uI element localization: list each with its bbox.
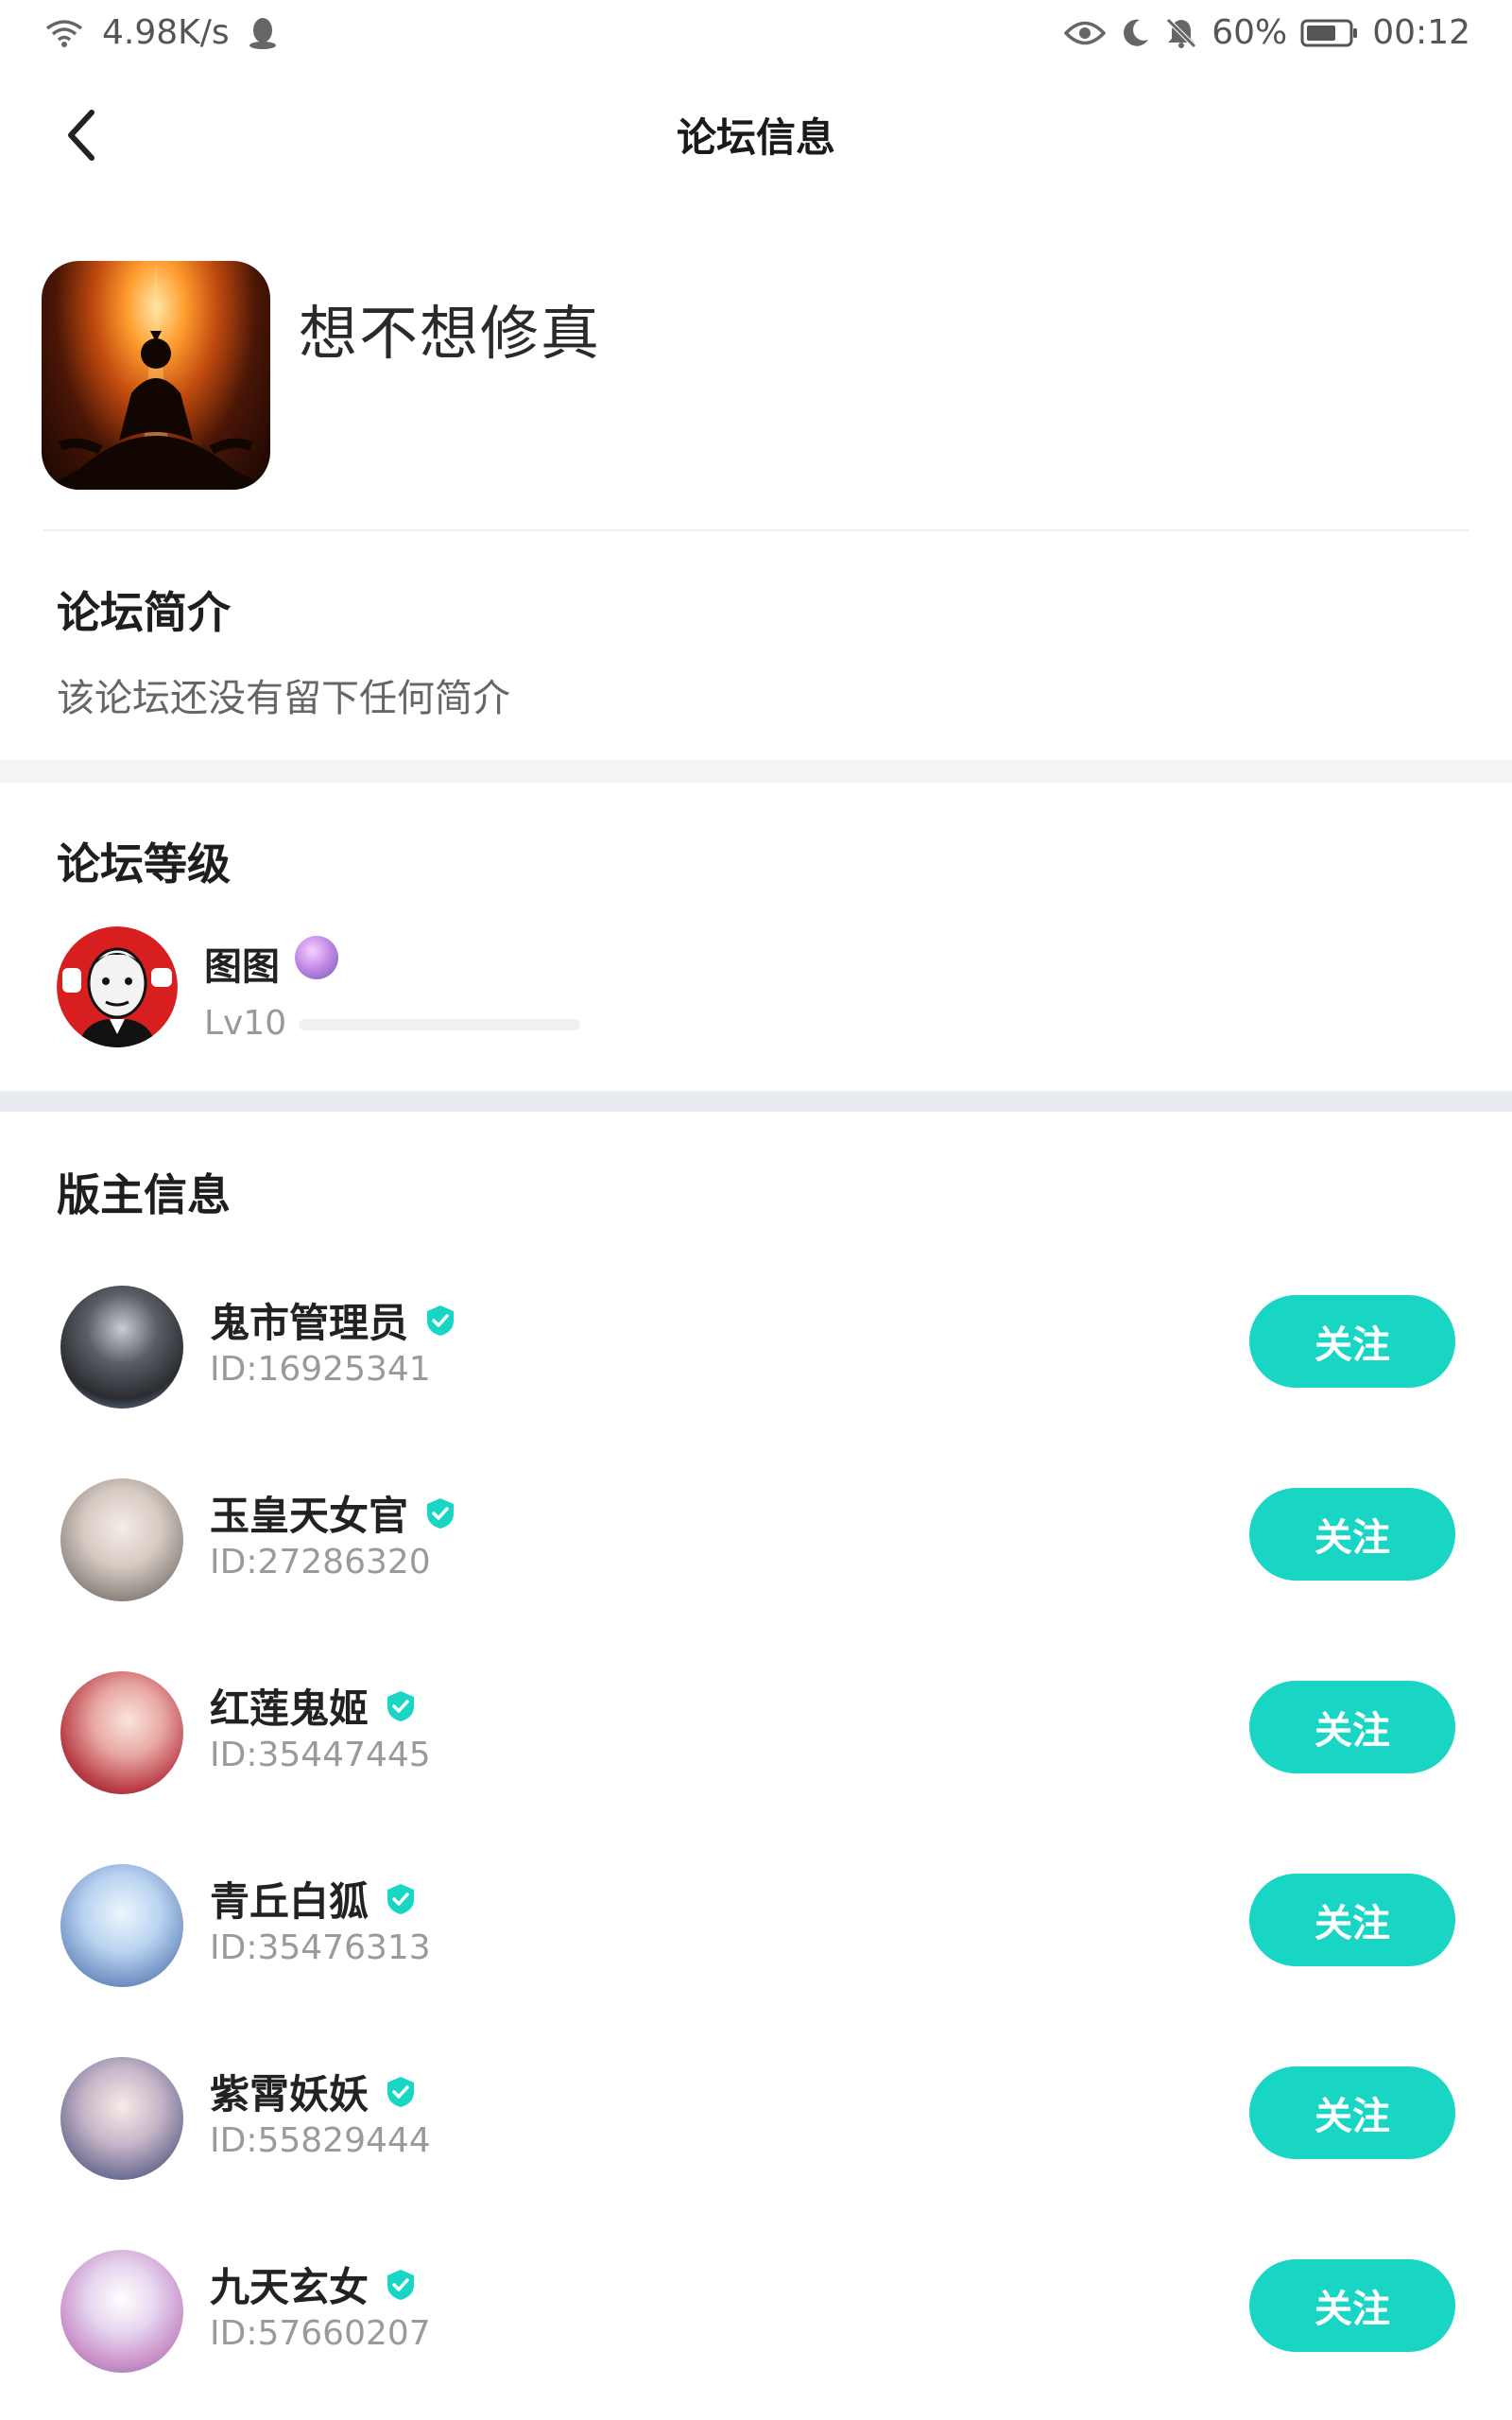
moderator-name: 红莲鬼姬 — [210, 1685, 369, 1732]
moderator-id: ID:55829444 — [210, 2121, 431, 2160]
divider — [43, 529, 1469, 531]
level-title: 论坛等级 — [57, 838, 231, 890]
level-progress-bar — [299, 1019, 580, 1030]
moderator-row[interactable]: 红莲鬼姬 ID:35447445 关注 — [0, 1660, 1512, 1811]
status-left: 4.98K/s — [43, 13, 279, 52]
moderators-title: 版主信息 — [57, 1169, 231, 1220]
verified-icon — [387, 1690, 415, 1721]
verified-icon — [387, 2269, 415, 2300]
avatar[interactable] — [57, 926, 178, 1047]
verified-icon — [387, 1883, 415, 1914]
moderator-row[interactable]: 九天玄女 ID:57660207 关注 — [0, 2238, 1512, 2390]
forum-icon — [42, 261, 270, 490]
moderator-name-wrap: 红莲鬼姬 — [210, 1677, 418, 1735]
clock: 00:12 — [1372, 13, 1470, 52]
intro-text: 该论坛还没有留下任何简介 — [57, 677, 510, 720]
level-badge-icon — [295, 936, 338, 979]
verified-icon — [427, 1497, 455, 1529]
moderator-id: ID:16925341 — [210, 1350, 431, 1389]
moderator-name: 青丘白狐 — [210, 1878, 369, 1925]
follow-button[interactable]: 关注 — [1249, 1681, 1455, 1773]
moon-icon — [1124, 19, 1149, 46]
verified-icon — [387, 2076, 415, 2107]
battery-percent: 60% — [1211, 13, 1288, 52]
avatar[interactable] — [60, 1286, 183, 1409]
verified-icon — [427, 1305, 455, 1336]
moderator-name: 九天玄女 — [210, 2264, 369, 2310]
moderator-row[interactable]: 鬼市管理员 ID:16925341 关注 — [0, 1274, 1512, 1426]
moderator-name-wrap: 鬼市管理员 — [210, 1291, 457, 1349]
follow-button[interactable]: 关注 — [1249, 1874, 1455, 1966]
moderator-name: 鬼市管理员 — [210, 1300, 409, 1346]
follow-button[interactable]: 关注 — [1249, 2259, 1455, 2352]
moderator-name-wrap: 九天玄女 — [210, 2256, 418, 2313]
moderator-name: 紫霄妖妖 — [210, 2071, 369, 2118]
moderator-row[interactable]: 玉皇天女官 ID:27286320 关注 — [0, 1467, 1512, 1618]
section-gap — [0, 760, 1512, 783]
status-bar: 4.98K/s 60% 00:12 — [0, 0, 1512, 68]
follow-button[interactable]: 关注 — [1249, 2066, 1455, 2159]
avatar[interactable] — [60, 2250, 183, 2373]
wifi-icon — [45, 19, 83, 47]
moderator-id: ID:27286320 — [210, 1543, 431, 1582]
forum-name: 想不想修真 — [299, 299, 602, 368]
level-user-name: 图图 — [204, 945, 280, 989]
moderator-name: 玉皇天女官 — [210, 1493, 409, 1539]
moderator-id: ID:35476313 — [210, 1928, 431, 1967]
avatar[interactable] — [60, 1864, 183, 1987]
moderator-name-wrap: 紫霄妖妖 — [210, 2063, 418, 2120]
mute-bell-icon — [1166, 17, 1197, 48]
net-speed: 4.98K/s — [102, 13, 230, 52]
battery-icon — [1300, 19, 1358, 46]
section-gap — [0, 1091, 1512, 1112]
status-right: 60% 00:12 — [1064, 13, 1470, 52]
level-label: Lv10 — [204, 1004, 287, 1043]
moderator-row[interactable]: 紫霄妖妖 ID:55829444 关注 — [0, 2046, 1512, 2197]
page-title: 论坛信息 — [676, 114, 835, 161]
moderator-id: ID:35447445 — [210, 1736, 431, 1774]
moderator-id: ID:57660207 — [210, 2314, 431, 2353]
follow-button[interactable]: 关注 — [1249, 1295, 1455, 1388]
moderator-name-wrap: 青丘白狐 — [210, 1870, 418, 1927]
avatar[interactable] — [60, 2057, 183, 2180]
moderator-row[interactable]: 青丘白狐 ID:35476313 关注 — [0, 1853, 1512, 2004]
avatar[interactable] — [60, 1478, 183, 1601]
follow-button[interactable]: 关注 — [1249, 1488, 1455, 1581]
qq-icon — [249, 17, 276, 49]
intro-title: 论坛简介 — [57, 587, 231, 638]
moderator-name-wrap: 玉皇天女官 — [210, 1484, 457, 1542]
eye-icon — [1064, 21, 1107, 44]
avatar[interactable] — [60, 1671, 183, 1794]
